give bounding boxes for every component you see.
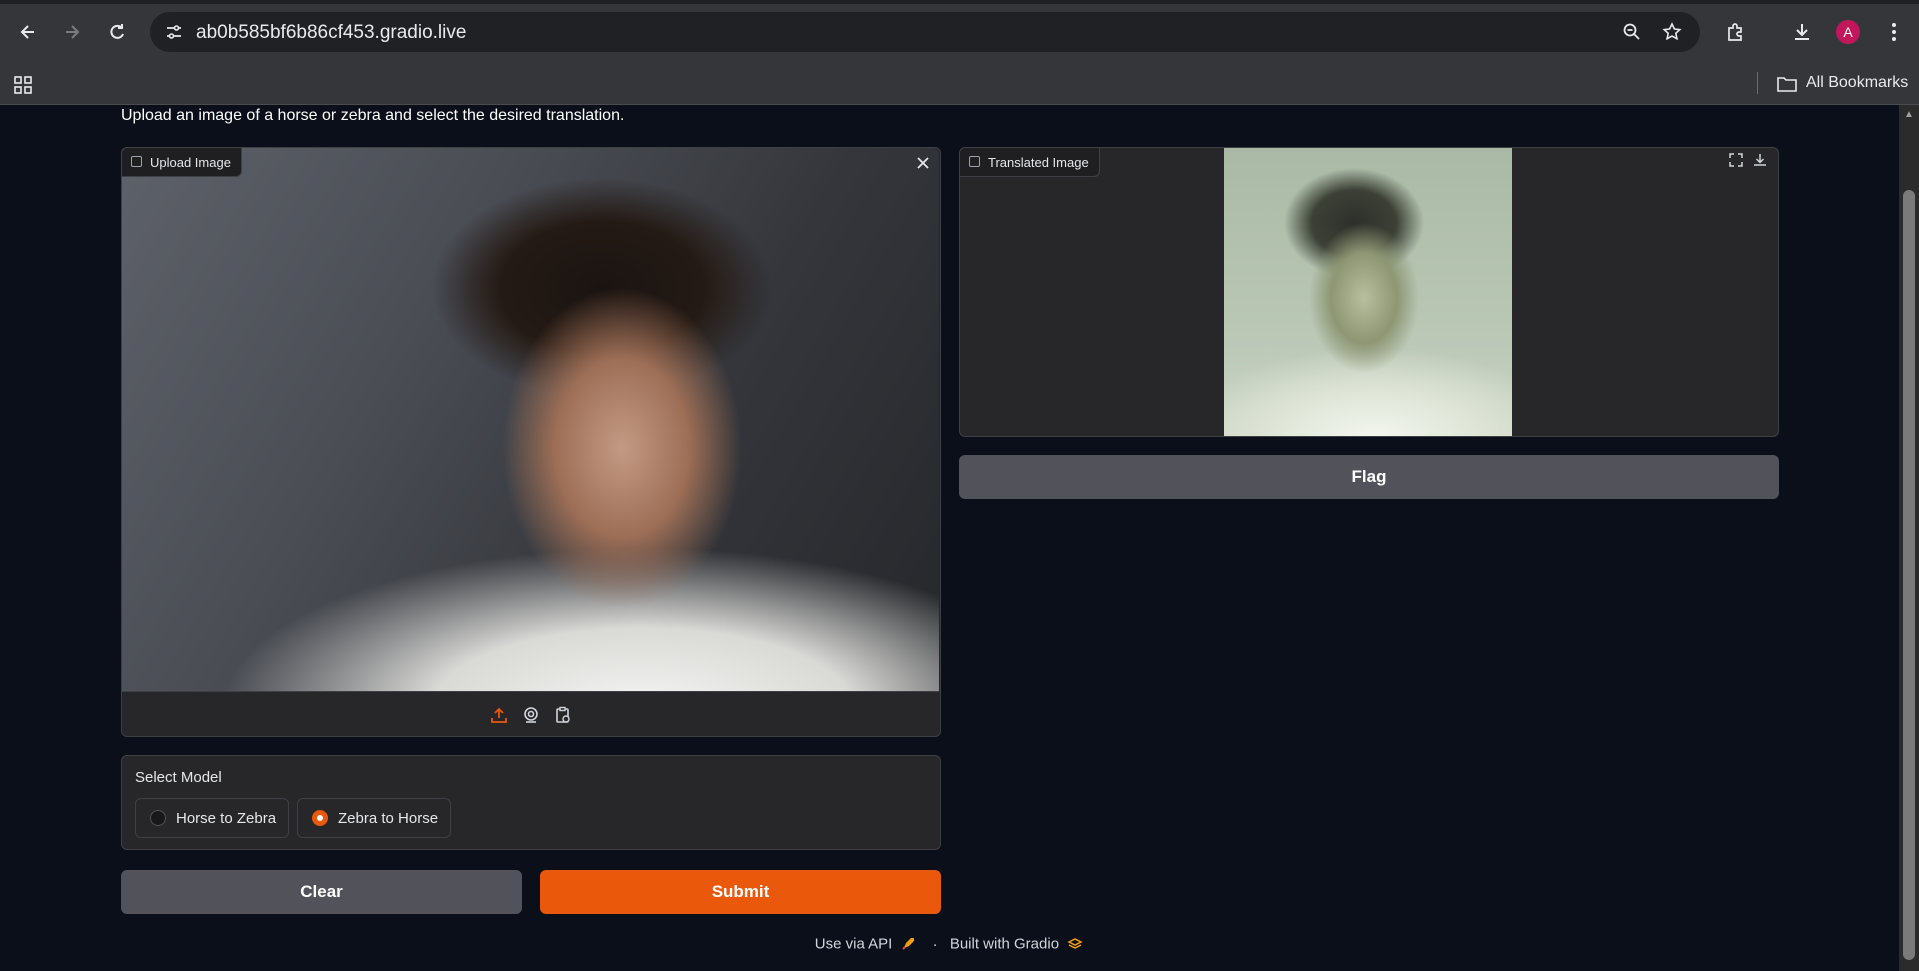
clipboard-source-button[interactable] [553,705,573,725]
upload-source-button[interactable] [489,705,509,725]
apps-grid-icon[interactable] [13,75,33,95]
clipboard-icon [555,706,570,723]
address-bar[interactable]: ab0b585bf6b86cf453.gradio.live [150,12,1700,52]
browser-toolbar: ab0b585bf6b86cf453.gradio.live A [0,0,1919,64]
site-settings-icon[interactable] [164,22,184,42]
radio-zebra-to-horse[interactable]: Zebra to Horse [297,798,452,838]
radio-indicator-selected[interactable] [312,810,328,826]
upload-icon [490,707,507,723]
bookmarks-divider [1757,72,1758,94]
translated-image-label: Translated Image [960,148,1100,177]
gradio-app: Upload an image of a horse or zebra and … [0,105,1898,971]
upload-image-block[interactable]: Upload Image [121,147,941,737]
webcam-icon [523,706,538,723]
footer: Use via API · Built with Gradio [0,935,1898,953]
flag-button[interactable]: Flag [959,455,1779,499]
all-bookmarks-link[interactable]: All Bookmarks [1806,74,1908,92]
rocket-icon [902,938,915,950]
close-icon [917,157,929,169]
forward-button[interactable] [58,18,86,46]
radio-zebra-to-horse-label: Zebra to Horse [338,809,439,827]
select-model-label: Select Model [135,769,222,786]
webcam-source-button[interactable] [521,705,541,725]
upload-image-label: Upload Image [122,148,242,177]
browser-menu-button[interactable] [1880,18,1908,46]
submit-button[interactable]: Submit [540,870,941,914]
gradio-logo-icon [1067,938,1083,949]
puzzle-icon [1728,23,1742,41]
arrow-left-icon [20,25,34,39]
tab-strip [0,0,1919,4]
back-button[interactable] [14,18,42,46]
page-scrollbar[interactable]: ▲ [1899,105,1919,971]
radio-horse-to-zebra-label: Horse to Zebra [176,809,277,827]
bookmark-star-icon[interactable] [1662,22,1682,42]
downloads-button[interactable] [1788,18,1816,46]
folder-icon[interactable] [1776,74,1798,94]
arrow-right-icon [66,25,80,39]
radio-indicator[interactable] [150,810,166,826]
zoom-icon[interactable] [1622,22,1642,42]
download-icon [1795,24,1809,40]
reload-icon [110,24,124,39]
reload-button[interactable] [103,18,131,46]
select-model-block: Select Model Horse to Zebra Zebra to Hor… [121,755,941,850]
profile-avatar[interactable]: A [1836,20,1860,44]
app-description: Upload an image of a horse or zebra and … [121,107,625,124]
uploaded-photo [122,148,939,691]
download-icon[interactable] [1752,152,1768,168]
radio-horse-to-zebra[interactable]: Horse to Zebra [135,798,290,838]
bookmarks-bar: All Bookmarks [0,64,1919,105]
footer-separator: · [932,935,938,953]
translated-photo [1224,148,1512,436]
image-icon [969,156,980,167]
image-icon [131,156,142,167]
scroll-up-icon[interactable]: ▲ [1904,109,1914,120]
clear-image-button[interactable] [912,152,934,174]
translated-image-label-text: Translated Image [988,154,1089,170]
extensions-button[interactable] [1722,18,1750,46]
image-source-toolbar [122,691,939,737]
clear-button[interactable]: Clear [121,870,522,914]
fullscreen-icon[interactable] [1728,152,1744,168]
output-image-actions [1728,152,1768,168]
kebab-menu-icon [1892,23,1896,41]
upload-image-label-text: Upload Image [150,154,231,170]
scroll-thumb[interactable] [1903,190,1915,960]
url-text[interactable]: ab0b585bf6b86cf453.gradio.live [196,22,466,44]
built-with-gradio-link[interactable]: Built with Gradio [950,936,1059,953]
translated-image-block: Translated Image [959,147,1779,437]
use-via-api-link[interactable]: Use via API [815,936,893,953]
